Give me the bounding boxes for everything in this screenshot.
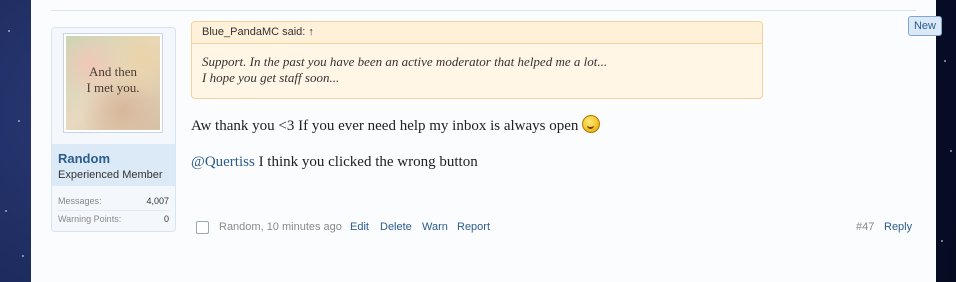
message-text-1: Aw thank you <3 If you ever need help my… <box>191 118 579 134</box>
post-number-link[interactable]: #47 <box>856 221 874 233</box>
quote-block: Blue_PandaMC said: ↑ Support. In the pas… <box>191 21 763 99</box>
avatar-caption: And then I met you. <box>64 64 162 96</box>
new-badge[interactable]: New <box>908 16 942 36</box>
quote-line-1: Support. In the past you have been an ac… <box>202 54 608 69</box>
warning-points-label: Warning Points: <box>58 214 122 224</box>
delete-link[interactable]: Delete <box>380 221 412 233</box>
mention-link[interactable]: @Quertiss <box>191 154 255 170</box>
post-meta: Random, 10 minutes ago <box>219 221 342 233</box>
quote-content: Support. In the past you have been an ac… <box>202 54 607 86</box>
messages-label: Messages: <box>58 196 102 206</box>
avatar[interactable]: And then I met you. <box>63 33 163 133</box>
divider <box>51 10 916 11</box>
username-link[interactable]: Random <box>58 151 110 166</box>
message-line-2: @Quertiss I think you clicked the wrong … <box>191 154 478 171</box>
smile-emoji-icon <box>582 115 601 133</box>
report-link[interactable]: Report <box>457 221 490 233</box>
user-info-block: And then I met you. Random Experienced M… <box>51 27 176 232</box>
quote-header: Blue_PandaMC said: ↑ <box>192 22 762 44</box>
post-author-time[interactable]: Random, 10 minutes ago <box>219 221 342 233</box>
quote-author-link[interactable]: Blue_PandaMC said: ↑ <box>202 26 314 38</box>
message-text-2: I think you clicked the wrong button <box>254 154 478 170</box>
select-post-checkbox[interactable] <box>196 221 209 234</box>
user-title: Experienced Member <box>58 169 163 181</box>
messages-count[interactable]: 4,007 <box>146 196 169 206</box>
warning-points-value: 0 <box>163 214 169 224</box>
quote-line-2: I hope you get staff soon... <box>202 70 340 85</box>
message-line-1: Aw thank you <3 If you ever need help my… <box>191 115 601 135</box>
warn-link[interactable]: Warn <box>422 221 448 233</box>
edit-link[interactable]: Edit <box>350 221 369 233</box>
stat-divider <box>58 210 169 211</box>
avatar-caption-line1: And then <box>88 64 138 79</box>
avatar-caption-line2: I met you. <box>86 80 140 95</box>
reply-link[interactable]: Reply <box>884 221 912 233</box>
